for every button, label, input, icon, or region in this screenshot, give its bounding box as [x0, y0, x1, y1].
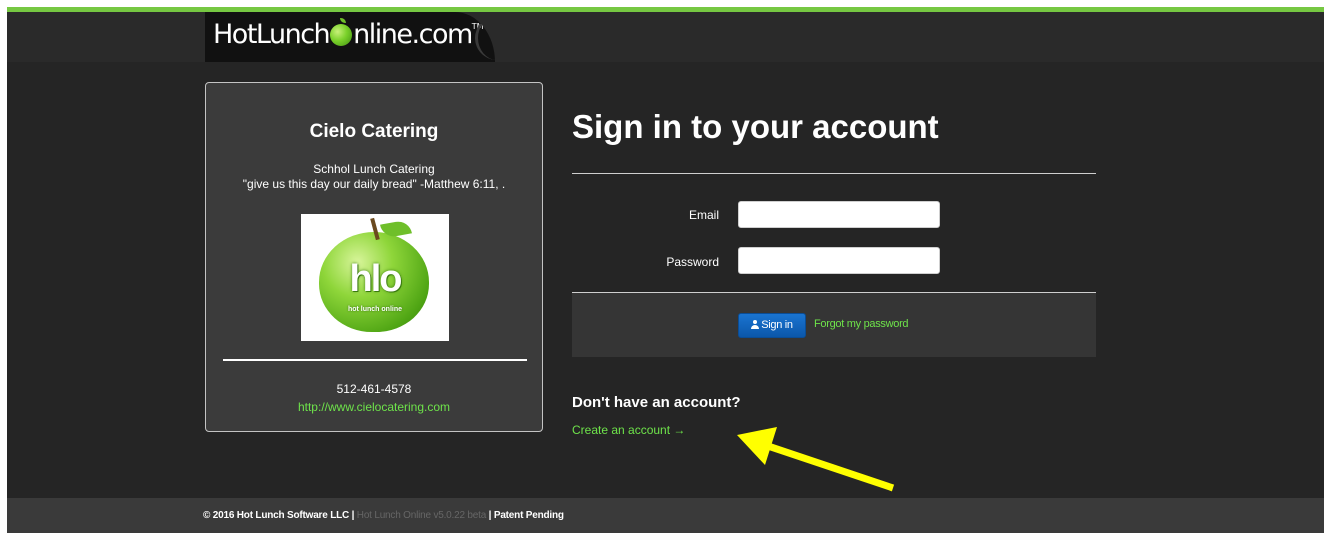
- footer-text: © 2016 Hot Lunch Software LLC | Hot Lunc…: [203, 510, 564, 521]
- email-label: Email: [688, 208, 719, 222]
- info-divider: [223, 359, 527, 361]
- signin-actions: Sign in Forgot my password: [572, 292, 1096, 357]
- caterer-info-panel: Cielo Catering Schhol Lunch Catering "gi…: [205, 82, 543, 432]
- apple-icon: [330, 18, 353, 46]
- caterer-name: Cielo Catering: [309, 121, 439, 142]
- main-content: Cielo Catering Schhol Lunch Catering "gi…: [7, 62, 1324, 498]
- title-divider: [572, 173, 1096, 174]
- caterer-logo-image: hlo hot lunch online: [301, 214, 449, 341]
- header-bar: HotLunch nline.comTM: [7, 12, 1324, 62]
- caterer-website-link[interactable]: http://www.cielocatering.com: [206, 400, 542, 414]
- version-text: Hot Lunch Online v5.0.22 beta: [356, 510, 487, 521]
- forgot-password-link[interactable]: Forgot my password: [814, 318, 909, 330]
- user-icon: [751, 320, 760, 329]
- annotation-arrow-icon: [737, 427, 895, 492]
- caterer-phone: 512-461-4578: [336, 382, 412, 396]
- logo-wordmark: HotLunch nline.comTM: [213, 18, 484, 50]
- email-field[interactable]: [738, 201, 940, 228]
- no-account-heading: Don't have an account?: [572, 394, 741, 411]
- create-account-link[interactable]: Create an account →: [572, 423, 685, 437]
- password-label: Password: [666, 255, 719, 269]
- footer: © 2016 Hot Lunch Software LLC | Hot Lunc…: [7, 498, 1324, 533]
- signin-button[interactable]: Sign in: [738, 313, 806, 338]
- site-logo[interactable]: HotLunch nline.comTM: [205, 12, 495, 62]
- caterer-description: Schhol Lunch Catering "give us this day …: [242, 162, 506, 191]
- password-field[interactable]: [738, 247, 940, 274]
- page-title: Sign in to your account: [572, 108, 939, 145]
